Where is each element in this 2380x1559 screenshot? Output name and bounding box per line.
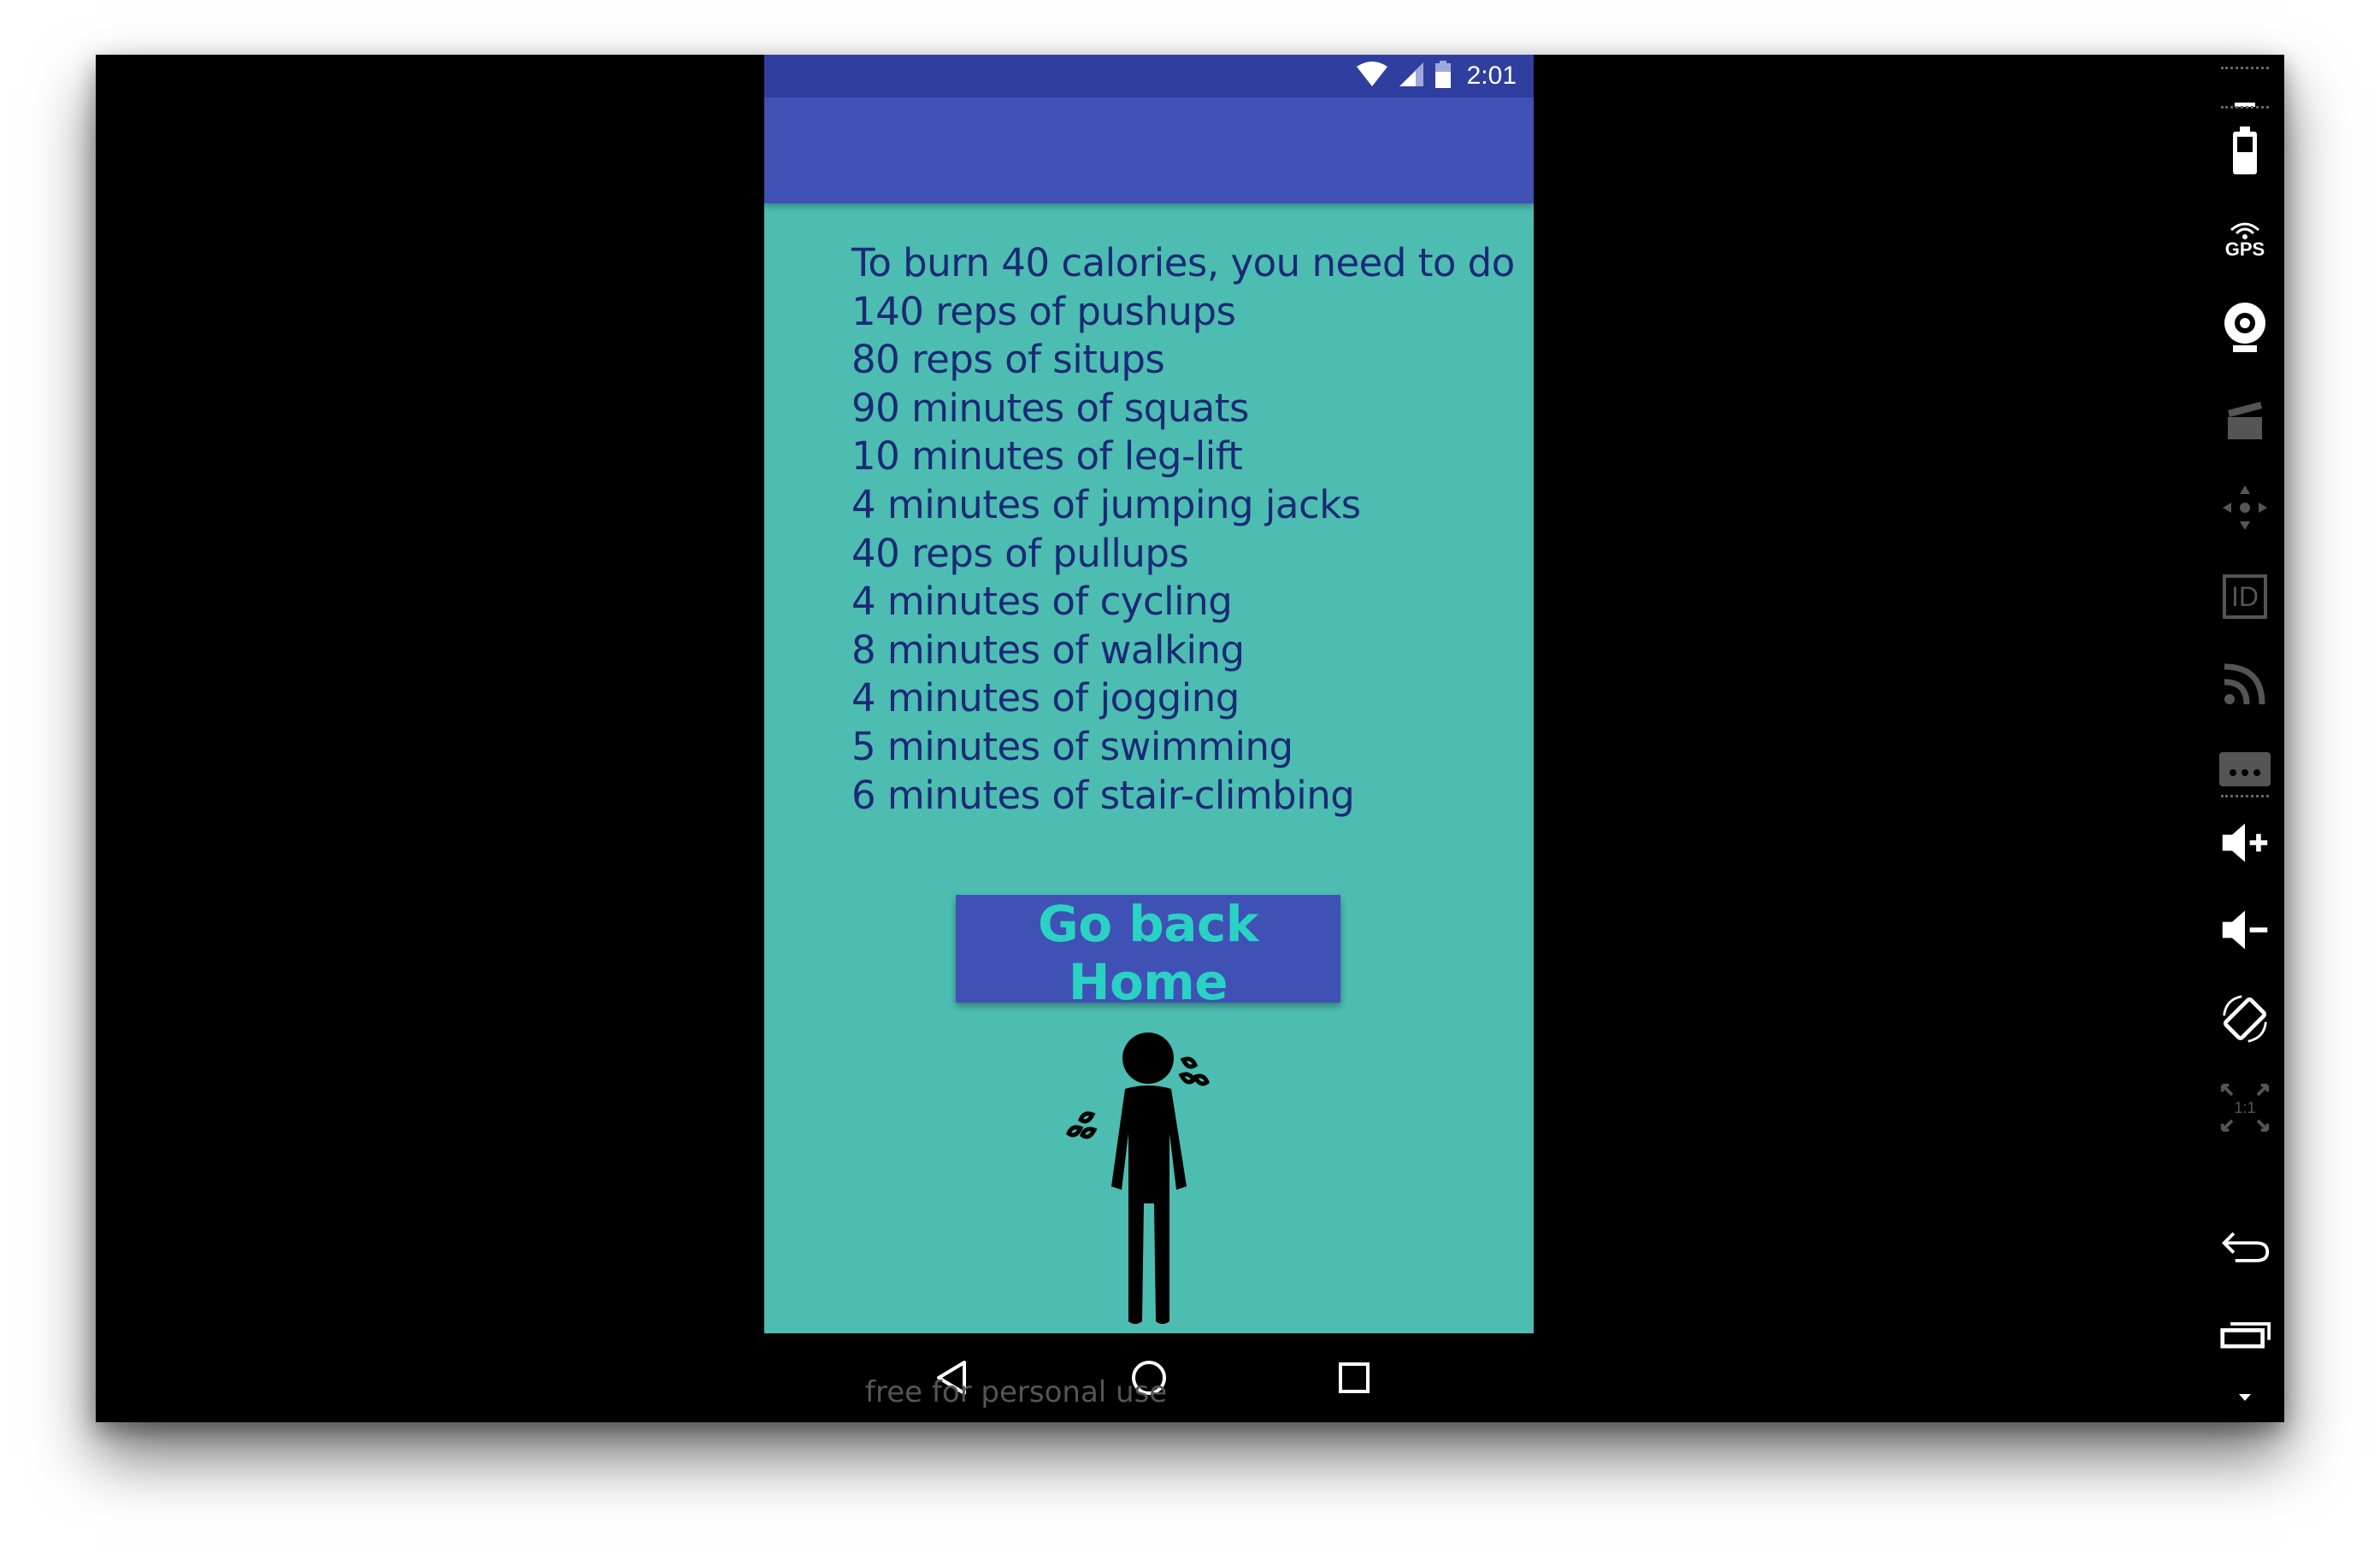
result-line: 80 reps of situps [851, 337, 1165, 383]
result-line: 5 minutes of swimming [851, 723, 1293, 769]
zoom-fit-icon[interactable]: 1:1 [2219, 1082, 2271, 1133]
watermark-text: free for personal use [865, 1375, 1168, 1409]
result-line: 140 reps of pushups [851, 288, 1236, 334]
volume-up-icon[interactable] [2219, 817, 2271, 868]
gps-label: GPS [2224, 238, 2265, 260]
toolbar-divider [2221, 795, 2269, 797]
emulator-window: 2:01 To burn 40 calories, you need to do… [96, 55, 2284, 1422]
gps-icon[interactable]: GPS [2219, 214, 2271, 265]
result-line: 4 minutes of jogging [851, 675, 1240, 721]
id-label: ID [2231, 580, 2259, 612]
recent-apps-icon[interactable] [2219, 1309, 2271, 1361]
calorie-result-text: To burn 40 calories, you need to do 140 … [851, 239, 1527, 820]
volume-down-icon[interactable] [2219, 904, 2271, 956]
content-area: To burn 40 calories, you need to do 140 … [764, 203, 1534, 1333]
clapperboard-icon[interactable] [2219, 395, 2271, 446]
minimize-icon[interactable] [2219, 72, 2271, 123]
more-icon[interactable] [2219, 744, 2271, 795]
rotate-icon[interactable] [2219, 993, 2271, 1044]
app-bar [764, 97, 1534, 203]
camera-icon[interactable] [2219, 303, 2271, 354]
result-line: 90 minutes of squats [851, 385, 1249, 431]
battery-icon[interactable] [2219, 125, 2271, 176]
zoom-label: 1:1 [2234, 1098, 2256, 1116]
result-line: To burn 40 calories, you need to do [851, 240, 1515, 285]
go-back-home-button[interactable]: Go back Home [956, 895, 1340, 1011]
rss-icon[interactable] [2219, 658, 2271, 709]
status-icons: 2:01 [1356, 60, 1517, 92]
sweating-person-icon [1063, 1032, 1234, 1340]
back-arrow-icon[interactable] [2219, 1221, 2271, 1272]
status-bar: 2:01 [764, 55, 1534, 97]
toolbar-divider [2221, 106, 2269, 109]
toolbar-divider [2221, 67, 2269, 69]
recents-icon[interactable] [1327, 1350, 1381, 1405]
result-line: 4 minutes of jumping jacks [851, 481, 1361, 527]
result-line: 8 minutes of walking [851, 627, 1245, 673]
phone-screen: 2:01 To burn 40 calories, you need to do… [764, 55, 1534, 1395]
status-clock: 2:01 [1466, 62, 1517, 90]
emulator-side-toolbar: GPS ID 1:1 [2206, 55, 2284, 1422]
result-line: 4 minutes of cycling [851, 579, 1233, 625]
wifi-icon [1356, 61, 1388, 91]
result-line: 40 reps of pullups [851, 530, 1189, 576]
result-line: 6 minutes of stair-climbing [851, 772, 1355, 818]
signal-icon [1399, 62, 1424, 91]
id-icon[interactable]: ID [2219, 571, 2271, 622]
dpad-icon[interactable] [2219, 482, 2271, 533]
battery-icon [1434, 60, 1452, 92]
result-line: 10 minutes of leg-lift [851, 433, 1243, 479]
expand-icon[interactable] [2219, 1371, 2271, 1422]
